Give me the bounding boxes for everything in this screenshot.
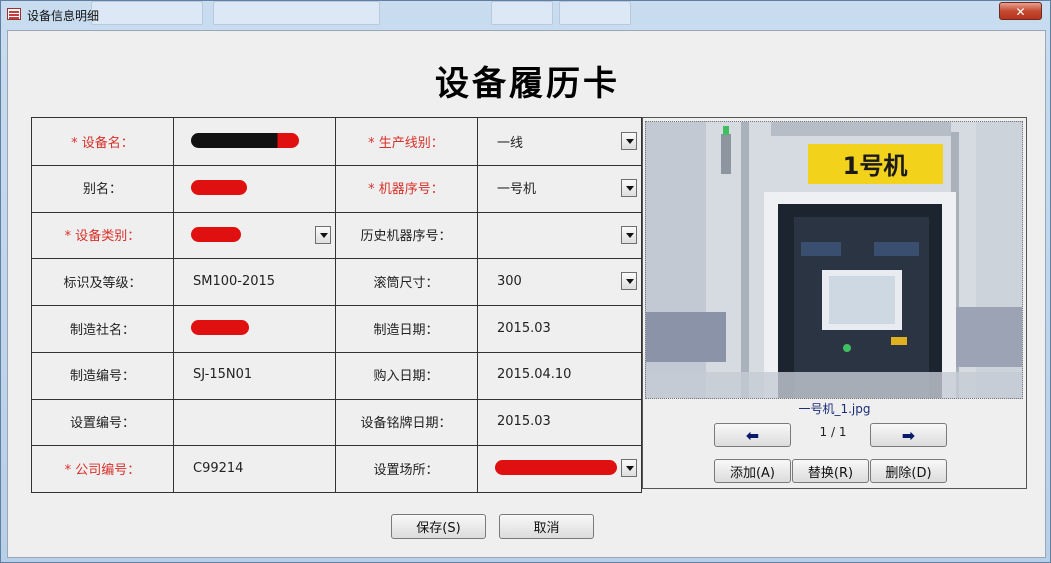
manufacture-date-field[interactable]: 2015.03 [477, 305, 641, 351]
equipment-name-label: * 设备名： [71, 135, 134, 151]
form-app-icon [7, 8, 21, 20]
install-location-select[interactable] [477, 445, 641, 491]
setting-number-field[interactable] [173, 399, 335, 445]
history-machine-number-label: 历史机器序号： [360, 229, 452, 244]
grid-divider [32, 351, 641, 353]
grid-divider [32, 305, 641, 306]
setting-number-label: 设置编号： [69, 416, 135, 431]
manufacture-date-label: 制造日期： [373, 322, 439, 338]
dropdown-arrow-icon[interactable] [621, 459, 637, 478]
next-photo-button[interactable]: ➡ [870, 423, 947, 447]
photo-panel: 1号机 一号机_1.jpg ⬅ 1 / 1 ➡ 添加(A) 替换(R) 删除(D… [642, 117, 1027, 489]
close-button[interactable]: ✕ [999, 2, 1042, 20]
mark-and-grade-field[interactable]: SM100-2015 [173, 258, 335, 304]
nameplate-date-field[interactable]: 2015.03 [477, 399, 641, 445]
company-number-field[interactable]: C99214 [173, 445, 335, 491]
serial-number-label: 制造编号： [69, 369, 135, 385]
equipment-category-select[interactable] [173, 212, 335, 258]
grid-divider [32, 258, 641, 260]
form-row: 制造编号： SJ-15N01 购入日期： 2015.04.10 [32, 352, 641, 398]
mark-and-grade-value: SM100-2015 [193, 273, 276, 289]
alias-label: 别名： [82, 182, 122, 198]
add-photo-button[interactable]: 添加(A) [714, 459, 791, 483]
purchase-date-value: 2015.04.10 [497, 367, 572, 383]
mark-and-grade-label: 标识及等级： [63, 275, 142, 291]
form-body: 设备履历卡 * 设备名： * 生产线别： 一线别名： * 机器序号： 一号机 * 设备类别… [7, 30, 1046, 558]
grid-divider [32, 211, 641, 213]
background-window-ghost [491, 1, 553, 25]
drum-size-value: 300 [497, 273, 522, 289]
window-title: 设备信息明细 [27, 9, 100, 23]
grid-divider [32, 398, 641, 400]
production-line-value: 一线 [497, 135, 524, 151]
photo-page-indicator: 1 / 1 [819, 425, 847, 439]
grid-divider [32, 445, 641, 447]
company-number-value: C99214 [193, 460, 244, 476]
photo-filename: 一号机_1.jpg [798, 402, 871, 416]
replace-photo-button[interactable]: 替换(R) [792, 459, 869, 483]
form-row: 别名： * 机器序号： 一号机 [32, 165, 641, 211]
form-row: * 公司编号： C99214 设置场所： [32, 445, 641, 491]
company-number-label: * 公司编号： [64, 462, 141, 478]
prev-photo-button[interactable]: ⬅ [714, 423, 791, 447]
dialog-window: 设备信息明细 ✕ 设备履历卡 * 设备名： * 生产线别： 一线别名： * 机器序号：… [0, 0, 1051, 563]
dropdown-arrow-icon[interactable] [621, 272, 637, 291]
purchase-date-field[interactable]: 2015.04.10 [477, 352, 641, 398]
install-location-label: 设置场所： [373, 462, 439, 478]
redaction-mark [191, 320, 249, 335]
machine-number-select[interactable]: 一号机 [477, 165, 641, 211]
drum-size-select[interactable]: 300 [477, 258, 641, 304]
grid-divider [32, 164, 641, 166]
cancel-button[interactable]: 取消 [499, 514, 594, 539]
machine-sign-text: 1号机 [843, 152, 908, 180]
drum-size-label: 滚筒尺寸： [373, 275, 439, 291]
purchase-date-label: 购入日期： [373, 369, 439, 385]
background-window-ghost [213, 1, 380, 25]
alias-field[interactable] [173, 165, 335, 211]
production-line-select[interactable]: 一线 [477, 118, 641, 164]
manufacture-date-value: 2015.03 [497, 320, 551, 336]
nameplate-date-value: 2015.03 [497, 414, 551, 429]
delete-photo-button[interactable]: 删除(D) [870, 459, 947, 483]
nameplate-date-label: 设备铭牌日期： [360, 416, 452, 431]
equipment-info-grid: * 设备名： * 生产线别： 一线别名： * 机器序号： 一号机 * 设备类别： 历史机器序… [31, 117, 642, 493]
equipment-category-label: * 设备类别： [64, 229, 141, 244]
form-row: 标识及等级： SM100-2015 滚筒尺寸： 300 [32, 258, 641, 304]
machine-number-value: 一号机 [497, 182, 537, 198]
save-button[interactable]: 保存(S) [391, 514, 486, 539]
machine-number-label: * 机器序号： [368, 182, 444, 198]
redaction-mark [191, 179, 247, 195]
form-row: 制造社名： 制造日期： 2015.03 [32, 305, 641, 351]
page-title: 设备履历卡 [435, 64, 620, 104]
dropdown-arrow-icon[interactable] [621, 178, 637, 197]
dropdown-arrow-icon[interactable] [315, 225, 331, 244]
dropdown-arrow-icon[interactable] [621, 225, 637, 244]
redaction-mark [191, 226, 241, 242]
form-row: * 设备类别： 历史机器序号： [32, 212, 641, 258]
manufacturer-field[interactable] [173, 305, 335, 351]
background-window-ghost [91, 1, 203, 25]
redaction-mark [495, 460, 617, 476]
serial-number-field[interactable]: SJ-15N01 [173, 352, 335, 398]
serial-number-value: SJ-15N01 [193, 367, 253, 383]
form-row: 设置编号： 设备铭牌日期： 2015.03 [32, 399, 641, 445]
manufacturer-label: 制造社名： [69, 322, 135, 338]
redaction-mark [191, 133, 299, 148]
history-machine-number-select[interactable] [477, 212, 641, 258]
background-window-ghost [559, 1, 631, 25]
equipment-name-field[interactable] [173, 118, 335, 164]
equipment-photo: 1号机 [645, 121, 1023, 399]
title-bar[interactable]: 设备信息明细 ✕ [1, 1, 1050, 29]
dropdown-arrow-icon[interactable] [621, 132, 637, 150]
production-line-label: * 生产线别： [368, 135, 444, 151]
machine-photo-illustration: 1号机 [646, 122, 1022, 398]
form-row: * 设备名： * 生产线别： 一线 [32, 118, 641, 164]
